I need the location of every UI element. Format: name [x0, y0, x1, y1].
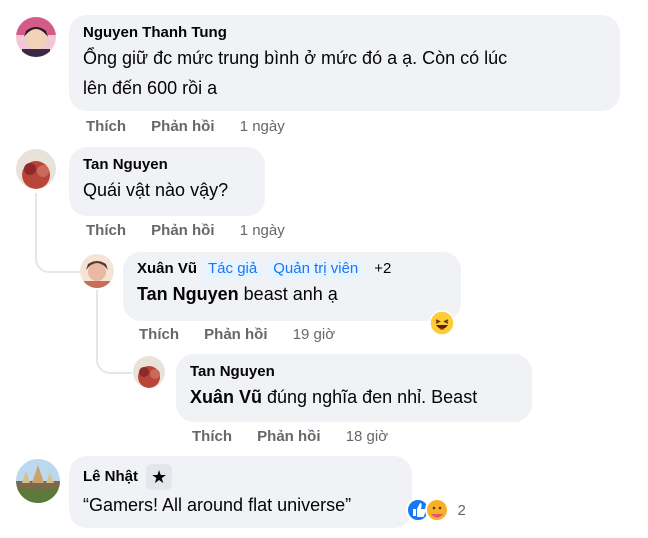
like-button[interactable]: Thích — [86, 118, 126, 135]
comment-text: lên đến 600 rồi a — [83, 78, 218, 98]
like-button[interactable]: Thích — [139, 326, 179, 343]
reaction-count[interactable]: 2 — [457, 502, 465, 519]
reply-actions: Thích Phản hồi 19 giờ — [139, 326, 356, 343]
reply-button[interactable]: Phản hồi — [204, 326, 267, 343]
comment-text: Ổng giữ đc mức trung bình ở mức đó a ạ. … — [83, 48, 508, 68]
comment-author[interactable]: Tan Nguyen — [83, 155, 253, 175]
author-badge[interactable]: Tác giả — [203, 259, 263, 279]
mention-link[interactable]: Xuân Vũ — [190, 387, 262, 407]
avatar[interactable] — [80, 254, 114, 288]
admin-badge[interactable]: Quản trị viên — [268, 259, 364, 279]
reply-text: Tan Nguyen beast anh ạ — [137, 284, 338, 304]
reply-button[interactable]: Phản hồi — [151, 222, 214, 239]
comment-bubble: Tan Nguyen Quái vật nào vậy? — [69, 147, 265, 216]
reply-author: Xuân Vũ Tác giả Quản trị viên +2 — [137, 259, 449, 279]
reply-button[interactable]: Phản hồi — [257, 428, 320, 445]
comment-author-name[interactable]: Lê Nhật — [83, 468, 138, 485]
reply-author[interactable]: Tan Nguyen — [190, 362, 520, 382]
reply-text: Xuân Vũ đúng nghĩa đen nhỉ. Beast — [190, 387, 478, 407]
reply-bubble: Xuân Vũ Tác giả Quản trị viên +2 Tan Nguyen… — [123, 252, 461, 321]
reaction-summary[interactable]: 2 — [405, 497, 466, 523]
more-badges[interactable]: +2 — [369, 259, 397, 279]
avatar[interactable] — [16, 459, 60, 503]
reply-bubble: Tan Nguyen Xuân Vũ đúng nghĩa đen nhỉ. B… — [176, 354, 532, 422]
comment-text: Quái vật nào vậy? — [83, 180, 229, 200]
star-icon[interactable]: ★ — [146, 464, 173, 490]
comment-actions: Thích Phản hồi 1 ngày — [86, 118, 306, 135]
like-button[interactable]: Thích — [86, 222, 126, 239]
avatar[interactable] — [16, 149, 56, 189]
timestamp[interactable]: 1 ngày — [240, 118, 285, 135]
timestamp[interactable]: 18 giờ — [346, 428, 388, 445]
comment-actions: Thích Phản hồi 1 ngày — [86, 222, 306, 239]
timestamp[interactable]: 1 ngày — [240, 222, 285, 239]
comment-author[interactable]: Nguyen Thanh Tung — [83, 23, 608, 43]
avatar[interactable] — [16, 17, 56, 57]
like-button[interactable]: Thích — [192, 428, 232, 445]
reply-actions: Thích Phản hồi 18 giờ — [192, 428, 409, 445]
reply-button[interactable]: Phản hồi — [151, 118, 214, 135]
reply-author-name[interactable]: Xuân Vũ — [137, 260, 197, 277]
comment-author: Lê Nhật ★ — [83, 464, 400, 490]
timestamp[interactable]: 19 giờ — [293, 326, 335, 343]
haha-emoji-icon[interactable] — [429, 310, 455, 336]
avatar[interactable] — [133, 356, 165, 388]
comment-bubble: Nguyen Thanh Tung Ổng giữ đc mức trung b… — [69, 15, 620, 111]
comment-bubble: Lê Nhật ★ “Gamers! All around flat univer… — [69, 456, 412, 528]
mention-link[interactable]: Tan Nguyen — [137, 284, 239, 304]
thread-connector — [35, 193, 81, 273]
comment-text: “Gamers! All around flat universe” — [83, 495, 352, 515]
